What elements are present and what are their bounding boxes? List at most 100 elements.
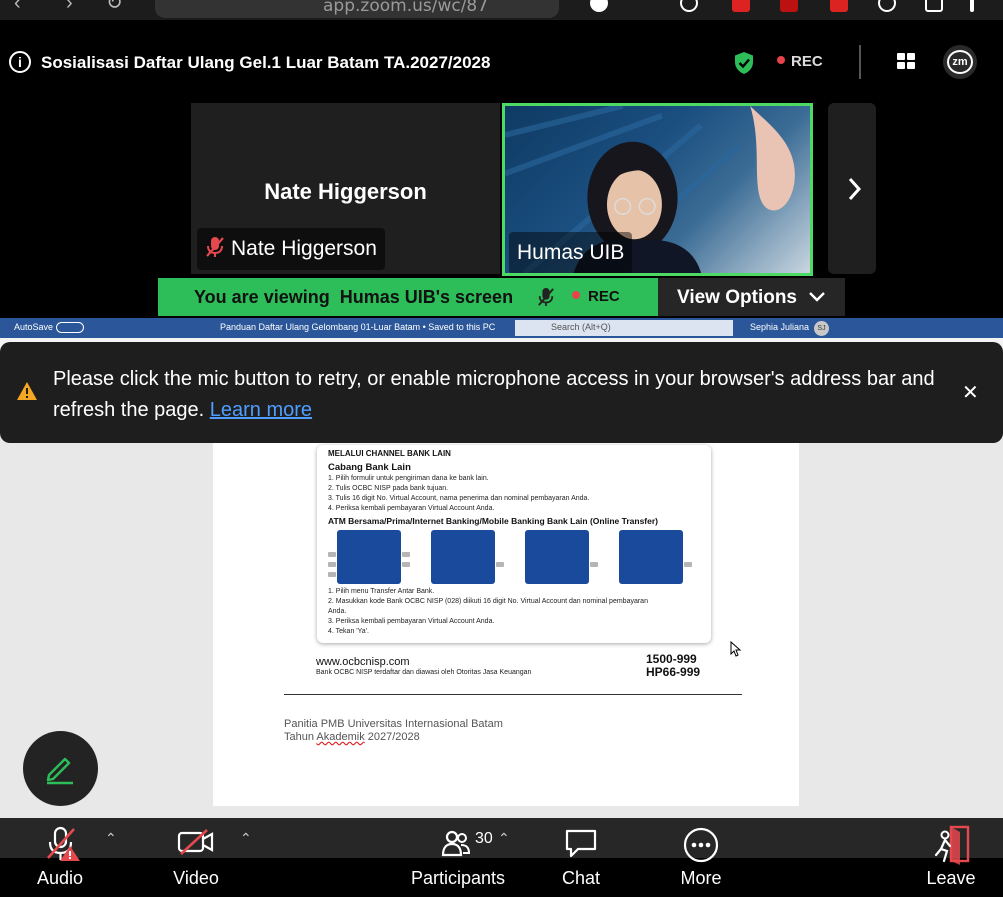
audio-button[interactable]: Audio — [20, 818, 100, 897]
atm-button — [684, 562, 692, 567]
meeting-controls-toolbar: Audio ⌃ Video ⌃ Participants 30 ⌃ Chat M… — [0, 818, 1003, 897]
participant-name-chip: Nate Higgerson — [197, 228, 385, 270]
audio-label: Audio — [36, 868, 84, 888]
document-title: Panduan Daftar Ulang Gelombang 01-Luar B… — [220, 322, 496, 332]
participants-icon — [441, 830, 471, 857]
video-options-caret[interactable]: ⌃ — [240, 830, 252, 847]
back-icon[interactable]: ‹ — [14, 0, 21, 15]
address-bar[interactable]: app.zoom.us/wc/87 — [155, 0, 559, 18]
chat-icon — [565, 829, 597, 858]
more-button[interactable]: More — [670, 818, 732, 897]
forward-icon[interactable]: › — [66, 0, 73, 15]
view-options-label: View Options — [677, 287, 798, 308]
bank-website: www.ocbcnisp.com — [316, 656, 410, 668]
bank-step: 3. Tulis 16 digit No. Virtual Account, n… — [328, 495, 590, 502]
gallery-view-icon[interactable] — [897, 53, 915, 70]
url-text: app.zoom.us/wc/87 — [323, 0, 489, 16]
footer-line-2: Tahun Akademik 2027/2028 — [284, 731, 503, 744]
mouse-cursor-icon — [730, 641, 742, 657]
muted-mic-icon — [206, 237, 224, 258]
extension-icon[interactable] — [680, 0, 698, 12]
info-icon[interactable]: i — [9, 51, 31, 73]
bank-heading: MELALUI CHANNEL BANK LAIN — [328, 449, 451, 458]
learn-more-link[interactable]: Learn more — [210, 399, 312, 421]
banner-message: Please click the mic button to retry, or… — [53, 368, 935, 421]
word-title-bar: AutoSave Panduan Daftar Ulang Gelombang … — [0, 318, 1003, 338]
atm-step: 4. Tekan 'Ya'. — [328, 628, 369, 635]
chat-label: Chat — [561, 868, 601, 888]
rec-label: REC — [588, 288, 620, 305]
muted-mic-icon — [47, 826, 80, 861]
banner-message-wrap: Please click the mic button to retry, or… — [53, 364, 953, 426]
atm-button — [402, 562, 410, 567]
reload-icon[interactable]: ↻ — [106, 0, 123, 15]
atm-screen-image — [431, 530, 495, 584]
participant-chip-label: Humas UIB — [509, 232, 633, 273]
extension-icon[interactable] — [830, 0, 848, 12]
video-label: Video — [173, 868, 219, 888]
bank-step: 4. Periksa kembali pembayaran Virtual Ac… — [328, 505, 495, 512]
atm-screen-image — [337, 530, 401, 584]
autosave-label: AutoSave — [14, 322, 54, 332]
atm-step: 3. Periksa kembali pembayaran Virtual Ac… — [328, 618, 495, 625]
atm-heading: ATM Bersama/Prima/Internet Banking/Mobil… — [328, 516, 658, 526]
extension-icon[interactable] — [732, 0, 750, 12]
meeting-title: Sosialisasi Daftar Ulang Gel.1 Luar Bata… — [41, 53, 491, 72]
extension-icon[interactable] — [590, 0, 608, 12]
chat-button[interactable]: Chat — [552, 818, 610, 897]
participant-name-large: Nate Higgerson — [264, 179, 427, 204]
footer-misspelled-word: Akademik — [316, 731, 365, 743]
document-rule — [284, 694, 742, 695]
atm-step: Anda. — [328, 608, 347, 615]
next-page-button[interactable] — [828, 103, 876, 274]
word-user-name: Sephia Juliana — [750, 322, 810, 332]
autosave-toggle[interactable] — [56, 322, 84, 333]
zoom-logo-badge[interactable]: zm — [943, 45, 977, 79]
atm-button — [328, 572, 336, 577]
participant-chip-label: Nate Higgerson — [231, 237, 377, 260]
atm-button — [590, 562, 598, 567]
close-icon[interactable]: ✕ — [962, 380, 979, 405]
atm-screen-image — [525, 530, 589, 584]
participant-tile-humas[interactable]: Humas UIB — [502, 103, 813, 276]
meeting-header: i Sosialisasi Daftar Ulang Gel.1 Luar Ba… — [0, 20, 1003, 102]
word-search-box[interactable]: Search (Alt+Q) — [515, 320, 733, 336]
viewing-status-text: You are viewing Humas UIB's screen — [194, 287, 514, 307]
word-user-initials: SJ — [814, 321, 829, 336]
bank-regulatory-note: Bank OCBC NISP terdaftar dan diawasi ole… — [316, 669, 532, 676]
leave-button[interactable]: Leave — [922, 818, 980, 897]
participant-count: 30 — [475, 830, 493, 847]
audio-options-caret[interactable]: ⌃ — [105, 830, 117, 847]
atm-button — [328, 552, 336, 557]
footer-text: 2027/2028 — [364, 731, 420, 743]
document-footer: Panitia PMB Universitas Internasional Ba… — [284, 718, 503, 744]
participants-button[interactable]: Participants — [408, 818, 508, 897]
atm-step: 2. Masukkan kode Bank OCBC NISP (028) di… — [328, 598, 648, 605]
recording-indicator[interactable]: REC — [777, 53, 823, 70]
video-off-icon — [177, 829, 214, 855]
participants-options-caret[interactable]: ⌃ — [498, 830, 510, 847]
bank-phone-secondary: HP66-999 — [646, 665, 701, 679]
atm-button — [402, 552, 410, 557]
zoom-logo-text: zm — [947, 50, 973, 74]
atm-screen-image — [619, 530, 683, 584]
encryption-shield-icon[interactable] — [733, 51, 755, 75]
footer-line-1: Panitia PMB Universitas Internasional Ba… — [284, 718, 503, 730]
extension-icon[interactable] — [878, 0, 896, 12]
bank-subheading: Cabang Bank Lain — [328, 462, 411, 473]
menu-icon[interactable] — [970, 0, 974, 12]
downloads-icon[interactable] — [925, 0, 943, 12]
atm-button — [496, 562, 504, 567]
bank-step: 1. Pilih formulir untuk pengiriman dana … — [328, 475, 489, 482]
leave-label: Leave — [926, 868, 976, 888]
divider — [859, 45, 861, 79]
atm-step: 1. Pilih menu Transfer Antar Bank. — [328, 588, 435, 595]
participant-tile-nate[interactable]: Nate Higgerson Nate Higgerson — [191, 103, 500, 274]
microphone-warning-banner: Please click the mic button to retry, or… — [0, 342, 1003, 443]
annotate-button[interactable] — [23, 731, 98, 806]
recording-indicator: REC — [572, 288, 620, 305]
extension-icon[interactable] — [780, 0, 798, 12]
footer-text: Tahun — [284, 731, 317, 743]
video-button[interactable]: Video — [160, 818, 232, 897]
view-options-button[interactable]: View Options — [658, 278, 845, 316]
